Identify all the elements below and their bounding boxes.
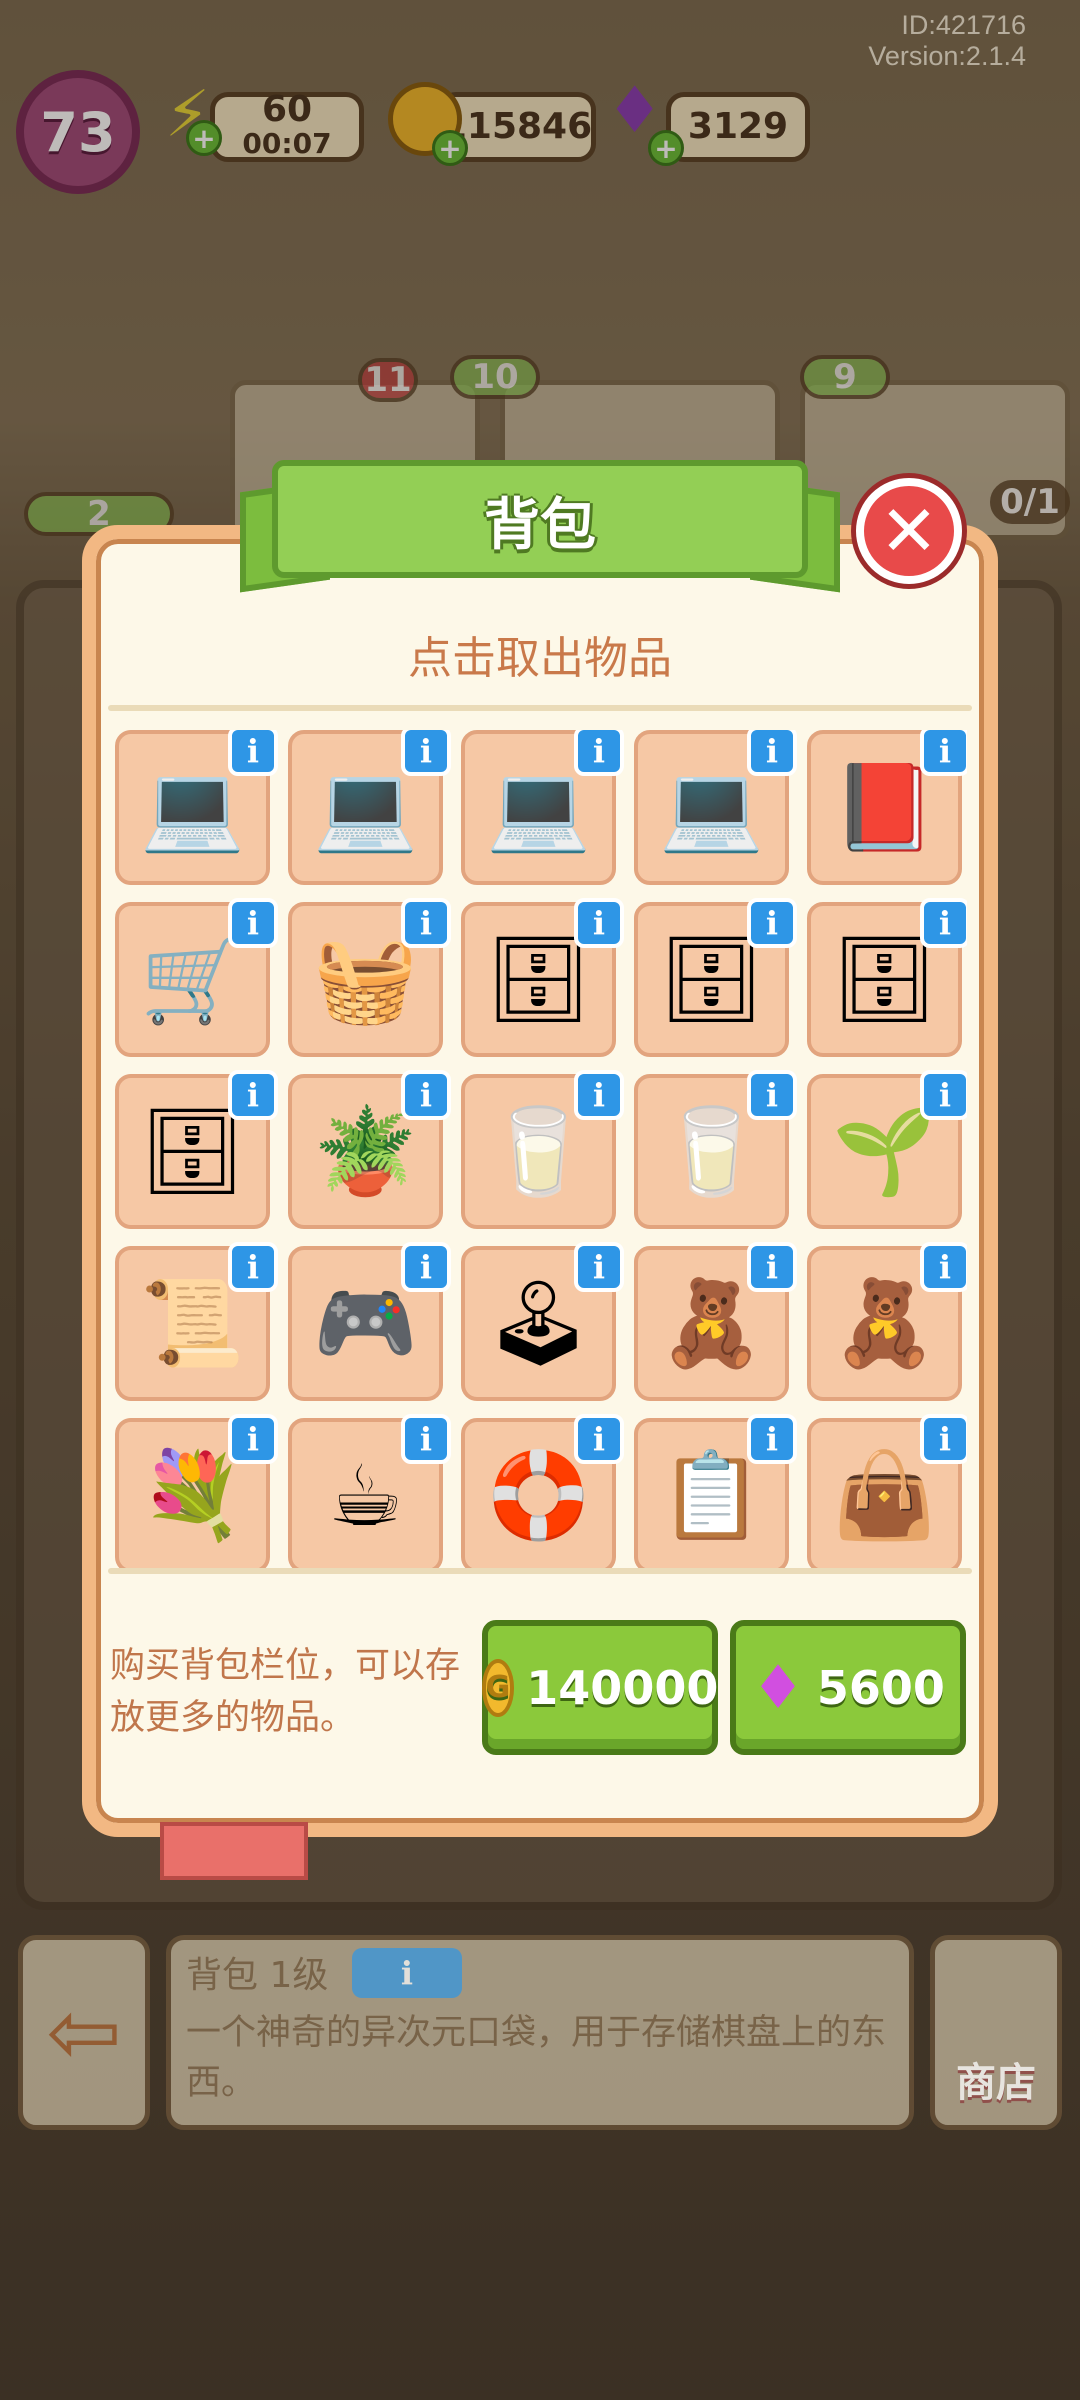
pink-handbag-icon: 👜 xyxy=(832,1446,937,1544)
handheld-game-console-icon: 🎮 xyxy=(313,1274,418,1372)
item-info-button[interactable]: i xyxy=(574,1242,624,1292)
top-divider xyxy=(108,705,972,711)
item-info-button[interactable]: i xyxy=(920,1414,967,1464)
backpack-slot[interactable]: 🗄 i xyxy=(634,898,797,1057)
item-info-button[interactable]: i xyxy=(401,898,451,948)
item-info-button[interactable]: i xyxy=(574,730,624,776)
laptop-icon: 💻 xyxy=(486,758,591,856)
backpack-slot[interactable]: 🎮 i xyxy=(288,1242,451,1401)
laptop-icon: 💻 xyxy=(659,758,764,856)
coffee-machine-icon: ☕ xyxy=(327,1446,404,1545)
item-info-button[interactable]: i xyxy=(747,1242,797,1292)
item-info-button[interactable]: i xyxy=(574,898,624,948)
buy-slot-coins-button[interactable]: G 140000 xyxy=(481,1620,719,1755)
item-info-button[interactable]: i xyxy=(920,730,967,776)
duck-swim-ring-icon: 🛟 xyxy=(486,1446,591,1544)
backpack-slot[interactable]: 🥛 i xyxy=(634,1070,797,1229)
backpack-item-grid: 💻 i 💻 i 💻 i 💻 i 📕 i 🛒 i 🧺 i 🗄 i 🗄 i 🗄 i 🗄 i 🪴 i 🥛 i 🥛 i 🌱 i 📜 i 🎮 i 🕹 i 🧸 i 🧸 i… xyxy=(115,730,967,1570)
item-info-button[interactable]: i xyxy=(228,1414,278,1464)
backpack-slot[interactable]: 📜 i xyxy=(115,1242,278,1401)
buy-slot-gems-button[interactable]: ♦ 5600 xyxy=(730,1620,966,1755)
exit-arrow-icon: ⇦ xyxy=(46,1980,122,2085)
backpack-slot[interactable]: 💐 i xyxy=(115,1414,278,1570)
item-info-button[interactable]: i xyxy=(920,1242,967,1292)
item-info-button[interactable]: i xyxy=(352,1948,462,1998)
item-info-button[interactable]: i xyxy=(920,1070,967,1120)
item-info-button[interactable]: i xyxy=(747,898,797,948)
bookmark-tab xyxy=(160,1822,308,1880)
item-info-button[interactable]: i xyxy=(920,898,967,948)
shop-label: 商店 xyxy=(956,2060,1036,2106)
item-description: 一个神奇的异次元口袋，用于存储棋盘上的东西。 xyxy=(186,2013,887,2103)
backpack-slot[interactable]: 🛒 i xyxy=(115,898,278,1057)
backpack-slot[interactable]: 📋 i xyxy=(634,1414,797,1570)
gem-price: 5600 xyxy=(816,1660,945,1715)
coin-price: 140000 xyxy=(526,1660,719,1715)
item-info-button[interactable]: i xyxy=(747,1070,797,1120)
bottom-divider xyxy=(108,1568,972,1574)
backpack-slot[interactable]: 🧺 i xyxy=(288,898,451,1057)
buy-slot-hint: 购买背包栏位，可以存放更多的物品。 xyxy=(110,1646,461,1738)
backpack-slot[interactable]: 💻 i xyxy=(115,730,278,885)
shopping-cart-icon: 🛒 xyxy=(140,930,245,1028)
seeded-flower-pot-icon: 🥛 xyxy=(659,1102,764,1200)
backpack-slot[interactable]: 💻 i xyxy=(461,730,624,885)
backpack-slot[interactable]: 🧸 i xyxy=(634,1242,797,1401)
backpack-slot[interactable]: 🗄 i xyxy=(461,898,624,1057)
laptop-icon: 💻 xyxy=(313,758,418,856)
bear-plush-head-icon: 🧸 xyxy=(659,1274,764,1372)
bear-plush-icon: 🧸 xyxy=(832,1274,937,1372)
item-info-button[interactable]: i xyxy=(747,1414,797,1464)
soil-pot-with-shovel-icon: 🪴 xyxy=(313,1102,418,1200)
backpack-slot[interactable]: 🗄 i xyxy=(807,898,967,1057)
empty-flower-pot-icon: 🥛 xyxy=(486,1102,591,1200)
backpack-slot[interactable]: 💻 i xyxy=(288,730,451,885)
math-book-icon: 📕 xyxy=(832,758,937,856)
item-info-button[interactable]: i xyxy=(401,1242,451,1292)
item-info-button[interactable]: i xyxy=(228,730,278,776)
clipboard-report-icon: 📋 xyxy=(659,1446,764,1544)
blueprint-scroll-icon: 📜 xyxy=(140,1274,245,1372)
item-info-button[interactable]: i xyxy=(401,1414,451,1464)
laptop-icon: 💻 xyxy=(140,758,245,856)
item-name: 背包 1级 xyxy=(186,1955,329,1996)
backpack-slot[interactable]: 👜 i xyxy=(807,1414,967,1570)
backpack-slot[interactable]: 🗄 i xyxy=(115,1070,278,1229)
shopping-basket-icon: 🧺 xyxy=(313,930,418,1028)
item-info-button[interactable]: i xyxy=(574,1414,624,1464)
sprout-flower-pot-icon: 🌱 xyxy=(832,1102,937,1200)
backpack-slot[interactable]: 🕹 i xyxy=(461,1242,624,1401)
item-info-button[interactable]: i xyxy=(228,1242,278,1292)
item-info-button[interactable]: i xyxy=(747,730,797,776)
item-info-button[interactable]: i xyxy=(228,898,278,948)
backpack-slot[interactable]: 🧸 i xyxy=(807,1242,967,1401)
item-info-button[interactable]: i xyxy=(401,730,451,776)
coin-icon: G xyxy=(481,1658,515,1717)
backpack-slot[interactable]: 🥛 i xyxy=(461,1070,624,1229)
close-button[interactable]: ✕ xyxy=(856,478,962,584)
backpack-slot[interactable]: 💻 i xyxy=(634,730,797,885)
dialog-subtitle: 点击取出物品 xyxy=(408,633,672,684)
backpack-slot[interactable]: 🌱 i xyxy=(807,1070,967,1229)
item-info-button[interactable]: i xyxy=(574,1070,624,1120)
close-x-icon: ✕ xyxy=(879,490,939,572)
flower-basket-icon: 💐 xyxy=(140,1446,245,1544)
backpack-slot[interactable]: ☕ i xyxy=(288,1414,451,1570)
backpack-slot[interactable]: 🛟 i xyxy=(461,1414,624,1570)
item-info-button[interactable]: i xyxy=(228,1070,278,1120)
exit-button[interactable]: ⇦ xyxy=(18,1935,150,2130)
backpack-slot[interactable]: 📕 i xyxy=(807,730,967,885)
gem-icon: ♦ xyxy=(751,1652,805,1723)
dialog-title: 背包 xyxy=(484,492,596,558)
backpack-slot[interactable]: 🪴 i xyxy=(288,1070,451,1229)
item-info-button[interactable]: i xyxy=(401,1070,451,1120)
